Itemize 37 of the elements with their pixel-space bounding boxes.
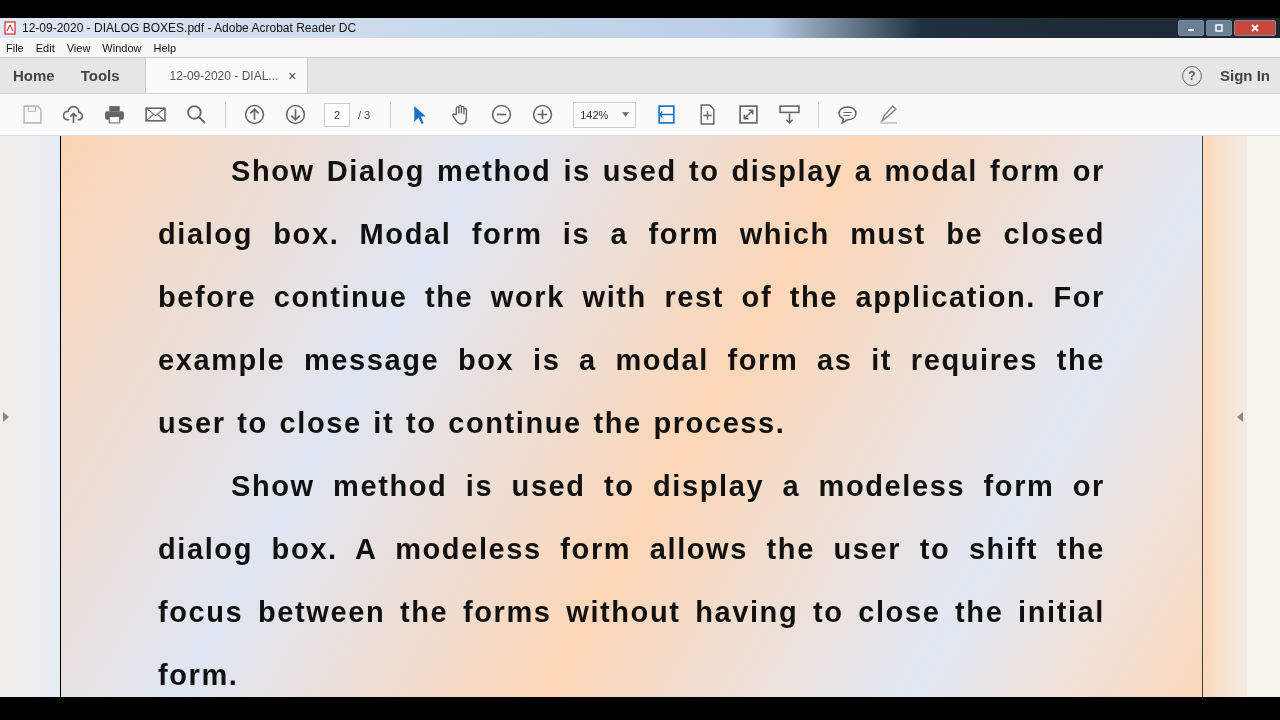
menu-item[interactable]: Edit bbox=[29, 41, 61, 54]
search-icon[interactable] bbox=[186, 104, 207, 125]
expand-pane-icon[interactable] bbox=[3, 411, 9, 422]
arrow-up-icon[interactable] bbox=[244, 104, 265, 125]
menu-item[interactable]: Window bbox=[96, 41, 148, 54]
mail-icon[interactable] bbox=[145, 104, 166, 125]
window-title: 12-09-2020 - DIALOG BOXES.pdf - Adobe Acrobat Reader DC bbox=[22, 21, 357, 35]
sign-in-link[interactable]: Sign In bbox=[1220, 67, 1270, 84]
zoom-out-icon[interactable] bbox=[491, 104, 513, 125]
minimize-button[interactable] bbox=[1178, 20, 1204, 36]
maximize-button[interactable] bbox=[1206, 20, 1232, 36]
nav-tab[interactable]: Tools bbox=[67, 58, 133, 93]
zoom-dropdown[interactable]: 142% bbox=[573, 101, 637, 128]
menu-item[interactable]: View bbox=[60, 41, 97, 54]
close-button[interactable] bbox=[1234, 20, 1276, 36]
maximize-icon bbox=[1214, 23, 1224, 33]
arrow-down-icon[interactable] bbox=[285, 104, 306, 125]
page-number-field[interactable]: 2 bbox=[324, 102, 350, 127]
full-screen-icon[interactable] bbox=[738, 104, 760, 125]
close-icon bbox=[1250, 23, 1260, 33]
print-icon[interactable] bbox=[104, 104, 125, 125]
fit-page-icon[interactable] bbox=[656, 104, 678, 125]
document-tab[interactable]: 12-09-2020 - DIAL... × bbox=[144, 58, 308, 93]
close-tab-button[interactable]: × bbox=[288, 67, 297, 84]
caret-icon bbox=[622, 112, 630, 117]
cloud-upload-icon[interactable] bbox=[63, 104, 84, 125]
paragraph: Show method is used to display a modeless form or dialog box. A modeless form allows the user to shift the focus between the forms without having to close the initial form. bbox=[158, 469, 1105, 693]
menu-item[interactable]: Help bbox=[147, 41, 183, 54]
zoom-in-icon[interactable] bbox=[532, 104, 554, 125]
pdf-icon bbox=[4, 21, 16, 35]
highlighter-icon[interactable] bbox=[878, 104, 900, 125]
collapse-pane-icon[interactable] bbox=[1237, 411, 1243, 422]
menu-item[interactable]: File bbox=[0, 41, 30, 54]
comment-icon[interactable] bbox=[837, 104, 859, 125]
page-total: / 3 bbox=[358, 108, 371, 121]
nav-tab[interactable]: Home bbox=[0, 58, 68, 93]
paragraph: Show Dialog method is used to display a modal form or dialog box. Modal form is a form which must be closed before continue the work with rest of the application. For example message box is a modal form as it requires the user to close it to continue the process. bbox=[158, 154, 1105, 441]
